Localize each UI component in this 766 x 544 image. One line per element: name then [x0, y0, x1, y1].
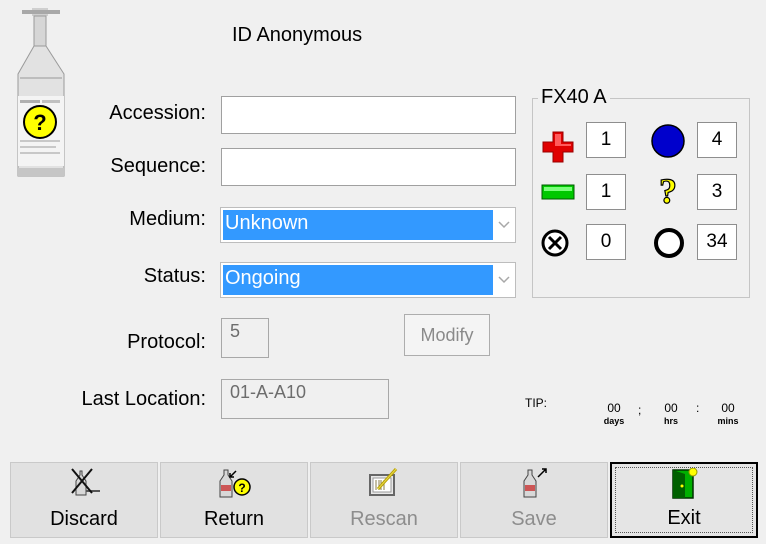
discard-button[interactable]: Discard: [10, 462, 158, 538]
medium-select[interactable]: Unknown: [220, 207, 516, 243]
blank-bar-icon: [541, 184, 575, 205]
return-button[interactable]: ? Return: [160, 462, 308, 538]
positive-cross-icon: [541, 130, 575, 169]
empty-circle-icon: [652, 226, 686, 265]
protocol-label: Protocol:: [127, 331, 206, 353]
blank-count: 1: [586, 174, 626, 210]
tip-days-value: 00: [607, 401, 621, 415]
empty-count: 34: [697, 224, 737, 260]
sequence-input[interactable]: [221, 148, 516, 186]
rescan-button[interactable]: Rescan: [310, 462, 458, 538]
status-select[interactable]: Ongoing: [220, 262, 516, 298]
medium-label: Medium:: [129, 208, 206, 230]
discard-bottle-icon: [66, 467, 102, 502]
negative-count: 4: [697, 122, 737, 158]
accession-input[interactable]: [221, 96, 516, 134]
exit-label: Exit: [667, 507, 701, 529]
sequence-label: Sequence:: [110, 155, 206, 177]
save-bottle-icon: [516, 467, 552, 504]
exit-door-icon: [669, 467, 699, 505]
bottom-toolbar: Discard ? Return Rescan Save Exit: [10, 462, 758, 538]
save-label: Save: [511, 508, 557, 530]
error-x-circle-icon: [540, 228, 570, 263]
tip-hours-value: 00: [664, 401, 678, 415]
return-bottle-icon: ?: [214, 467, 254, 504]
exit-button[interactable]: Exit: [610, 462, 758, 538]
tip-separator: :: [696, 401, 700, 415]
tip-days-unit: days: [603, 416, 625, 426]
rescan-label: Rescan: [350, 508, 418, 530]
positive-count: 1: [586, 122, 626, 158]
svg-text:?: ?: [238, 481, 245, 495]
negative-circle-icon: [650, 123, 686, 164]
svg-text:?: ?: [659, 171, 677, 209]
instrument-title: FX40 A: [538, 86, 610, 109]
status-selected-value: Ongoing: [223, 265, 493, 295]
save-button[interactable]: Save: [460, 462, 608, 538]
page-title: ID Anonymous: [232, 24, 363, 46]
last-location-label: Last Location:: [81, 388, 206, 410]
accession-label: Accession:: [109, 102, 206, 124]
chevron-down-icon[interactable]: [493, 208, 515, 242]
medium-selected-value: Unknown: [223, 210, 493, 240]
unknown-question-icon: ?: [654, 170, 682, 214]
error-count: 0: [586, 224, 626, 260]
last-location-field: 01-A-A10: [221, 379, 389, 419]
tip-separator: ;: [638, 403, 642, 417]
discard-label: Discard: [50, 508, 118, 530]
modify-button[interactable]: Modify: [404, 314, 490, 356]
tip-label: TIP:: [525, 396, 548, 410]
tip-hours-unit: hrs: [663, 416, 678, 426]
return-label: Return: [203, 508, 265, 530]
tip-minutes-value: 00: [721, 401, 735, 415]
tip-minutes-unit: mins: [717, 416, 739, 426]
chevron-down-icon[interactable]: [493, 263, 515, 297]
protocol-field: 5: [221, 318, 269, 358]
rescan-barcode-icon: [366, 467, 402, 504]
unknown-count: 3: [697, 174, 737, 210]
status-label: Status:: [143, 265, 206, 287]
